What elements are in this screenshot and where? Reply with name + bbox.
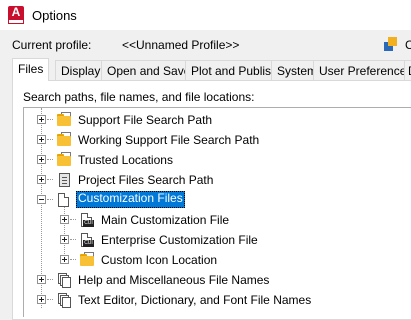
tree-connector	[70, 259, 76, 260]
profile-row: Current profile: <<Unnamed Profile>> C	[12, 37, 411, 54]
expand-icon[interactable]	[60, 255, 69, 264]
tree-item-enterprise-customization-file[interactable]: CUI Enterprise Customization File	[24, 230, 411, 250]
tree-item-customization-files[interactable]: Customization Files	[24, 190, 411, 210]
expand-icon[interactable]	[37, 155, 46, 164]
tab-plot-and-publish[interactable]: Plot and Publish	[185, 60, 272, 80]
tree-connector	[47, 119, 53, 120]
tree-item-support-file-search-path[interactable]: Support File Search Path	[24, 110, 411, 130]
cui-file-icon: CUI	[79, 232, 95, 248]
search-paths-label: Search paths, file names, and file locat…	[23, 90, 255, 104]
folder-stack-icon	[56, 132, 72, 148]
tree-connector	[47, 199, 53, 200]
tree-item-trusted-locations[interactable]: Trusted Locations	[24, 150, 411, 170]
tab-system[interactable]: System	[271, 60, 314, 80]
tree-item-label: Main Customization File	[101, 213, 230, 227]
expand-icon[interactable]	[37, 275, 46, 284]
tree-item-label: Working Support File Search Path	[78, 133, 260, 147]
tree-connector	[47, 299, 53, 300]
tree-item-label: Customization Files	[76, 191, 185, 208]
folder-stack-icon	[79, 252, 95, 268]
expand-icon[interactable]	[37, 135, 46, 144]
expand-icon[interactable]	[60, 215, 69, 224]
tree-item-label: Help and Miscellaneous File Names	[78, 273, 270, 287]
tree-item-label: Support File Search Path	[78, 113, 213, 127]
tab-label: System	[277, 64, 314, 78]
tab-files[interactable]: Files	[12, 58, 49, 81]
tab-label: User Preferences	[319, 64, 405, 78]
current-profile-value: <<Unnamed Profile>>	[122, 38, 240, 52]
tree-connector	[70, 219, 76, 220]
tree-item-main-customization-file[interactable]: CUI Main Customization File	[24, 210, 411, 230]
tree-item-label: Text Editor, Dictionary, and Font File N…	[78, 293, 312, 307]
expand-icon[interactable]	[37, 115, 46, 124]
folder-stack-icon	[56, 152, 72, 168]
tree-connector	[47, 179, 53, 180]
collapse-icon[interactable]	[37, 195, 46, 204]
tree-connector	[47, 139, 53, 140]
current-drawing-label: C	[405, 38, 411, 52]
tree-connector	[47, 159, 53, 160]
tab-label: Plot and Publish	[191, 64, 272, 78]
tree-item-label: Custom Icon Location	[101, 253, 218, 267]
tree-item-label: Project Files Search Path	[78, 173, 214, 187]
tree-item-text-editor-dictionary-font-file-names[interactable]: Text Editor, Dictionary, and Font File N…	[24, 290, 411, 310]
expand-icon[interactable]	[60, 235, 69, 244]
window-title: Options	[32, 8, 77, 23]
project-icon	[56, 172, 72, 188]
current-drawing-icon	[384, 37, 398, 51]
tab-display[interactable]: Display	[55, 60, 102, 80]
current-profile-label: Current profile:	[12, 38, 92, 52]
file-locations-tree[interactable]: Support File Search Path Working Support…	[23, 107, 411, 317]
tab-label: Files	[18, 62, 44, 76]
tree-item-custom-icon-location[interactable]: Custom Icon Location	[24, 250, 411, 270]
tab-open-and-save[interactable]: Open and Save	[101, 60, 186, 80]
document-icon	[56, 192, 72, 208]
tree-connector	[47, 279, 53, 280]
expand-icon[interactable]	[37, 175, 46, 184]
tree-connector	[70, 239, 76, 240]
autocad-app-icon: A	[8, 5, 24, 24]
tree-item-working-support-file-search-path[interactable]: Working Support File Search Path	[24, 130, 411, 150]
tab-label: Open and Save	[107, 64, 186, 78]
tree-item-help-and-miscellaneous-file-names[interactable]: Help and Miscellaneous File Names	[24, 270, 411, 290]
tree-item-project-files-search-path[interactable]: Project Files Search Path	[24, 170, 411, 190]
expand-icon[interactable]	[37, 295, 46, 304]
options-tabs: Files Display Open and Save Plot and Pub…	[12, 58, 411, 81]
tree-item-label: Trusted Locations	[78, 153, 173, 167]
tab-user-preferences[interactable]: User Preferences	[313, 60, 405, 80]
tab-label: Display	[61, 64, 101, 78]
documents-stack-icon	[56, 272, 72, 288]
folder-stack-icon	[56, 112, 72, 128]
documents-stack-icon	[56, 292, 72, 308]
tab-drafting[interactable]: D	[404, 60, 411, 80]
cui-file-icon: CUI	[79, 212, 95, 228]
title-bar: A Options	[0, 0, 411, 30]
tree-item-label: Enterprise Customization File	[101, 233, 258, 247]
